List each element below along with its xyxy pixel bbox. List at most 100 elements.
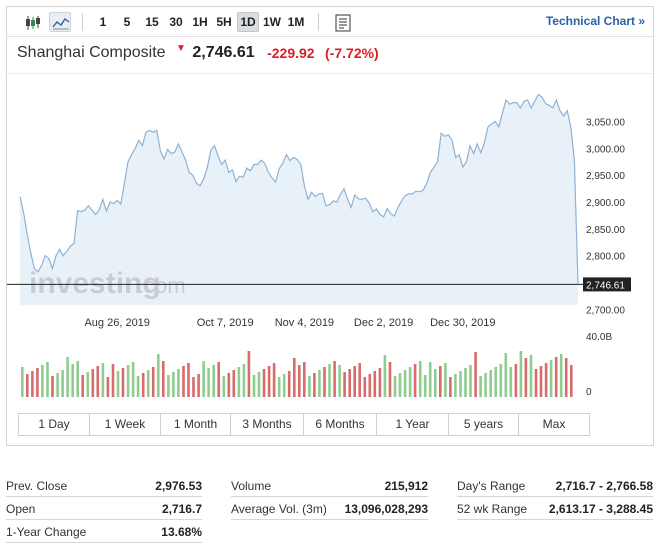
volume-bar xyxy=(287,371,291,397)
volume-axis-label: 40.0B xyxy=(586,332,612,343)
toolbar-divider xyxy=(82,13,83,31)
interval-1m[interactable]: 1M xyxy=(285,12,307,32)
volume-bar xyxy=(479,376,482,397)
volume-bar xyxy=(338,365,341,397)
volume-bar xyxy=(423,375,427,397)
toolbar-divider xyxy=(318,13,319,31)
volume-bar xyxy=(197,374,200,397)
candlestick-icon[interactable] xyxy=(21,12,43,32)
indicators-icon[interactable] xyxy=(331,12,353,32)
volume-bar xyxy=(398,373,402,397)
stat-value: 215,912 xyxy=(384,479,428,493)
volume-bar xyxy=(373,371,377,397)
volume-bar xyxy=(343,372,346,397)
volume-bar xyxy=(333,361,336,397)
volume-bar xyxy=(247,351,251,397)
area-chart-icon[interactable] xyxy=(49,12,71,32)
volume-bar xyxy=(202,361,205,397)
volume-bar xyxy=(348,369,351,397)
interval-15[interactable]: 15 xyxy=(141,12,163,32)
interval-1[interactable]: 1 xyxy=(96,12,110,32)
volume-bar xyxy=(413,364,417,397)
volume-bar xyxy=(51,376,54,397)
volume-bar xyxy=(504,353,508,397)
stat-value: 2,976.53 xyxy=(155,479,202,493)
volume-bar xyxy=(262,369,266,397)
range-button-1-year[interactable]: 1 Year xyxy=(377,414,449,435)
interval-1h[interactable]: 1H xyxy=(189,12,211,32)
stat-prev-close: Prev. Close 2,976.53 xyxy=(6,475,202,497)
range-button-5-years[interactable]: 5 years xyxy=(449,414,519,435)
stat-open: Open 2,716.7 xyxy=(6,498,202,520)
volume-bar xyxy=(187,363,190,397)
volume-bar xyxy=(36,368,39,397)
volume-bar xyxy=(136,376,140,397)
price-chart[interactable]: investing .com 3,050.003,000.002,950.002… xyxy=(7,75,653,405)
interval-5[interactable]: 5 xyxy=(120,12,134,32)
instrument-header: Shanghai Composite ▼ 2,746.61 -229.92 (-… xyxy=(17,42,379,66)
range-button-1-month[interactable]: 1 Month xyxy=(161,414,231,435)
quote-stats: Prev. Close 2,976.53 Open 2,716.7 1-Year… xyxy=(6,475,656,550)
volume-bar xyxy=(489,370,492,397)
volume-bar xyxy=(439,366,442,397)
volume-bar xyxy=(454,374,457,397)
volume-bar xyxy=(303,362,306,397)
volume-bar xyxy=(524,358,528,397)
volume-bar xyxy=(267,366,271,397)
price-down-icon: ▼ xyxy=(176,42,186,54)
stat-value: 2,716.7 - 2,766.58 xyxy=(555,479,653,493)
volume-bar xyxy=(353,366,356,397)
volume-bar xyxy=(217,362,220,397)
last-price: 2,746.61 xyxy=(192,44,255,61)
x-tick-label: Oct 7, 2019 xyxy=(197,317,254,329)
volume-bar xyxy=(151,367,155,397)
volume-bar xyxy=(444,363,447,397)
range-button-3-months[interactable]: 3 Months xyxy=(231,414,304,435)
stat-label: Prev. Close xyxy=(6,479,68,493)
y-tick-label: 2,950.00 xyxy=(586,171,625,182)
volume-bar xyxy=(509,367,513,397)
volume-bar xyxy=(272,363,276,397)
volume-bar xyxy=(469,365,472,397)
volume-bar xyxy=(298,365,301,397)
interval-1w[interactable]: 1W xyxy=(261,12,283,32)
y-tick-label: 2,700.00 xyxy=(586,306,625,317)
volume-bar xyxy=(383,355,387,397)
volume-bar xyxy=(167,375,170,397)
volume-bar xyxy=(464,368,467,397)
interval-30[interactable]: 30 xyxy=(165,12,187,32)
volume-bar xyxy=(141,373,145,397)
volume-bar xyxy=(207,368,210,397)
range-button-1-day[interactable]: 1 Day xyxy=(19,414,90,435)
stat-label: Open xyxy=(6,502,36,516)
x-tick-label: Dec 30, 2019 xyxy=(430,317,495,329)
volume-bar xyxy=(242,364,246,397)
volume-bar xyxy=(554,357,558,397)
volume-bar xyxy=(81,375,84,397)
price-change: -229.92 xyxy=(267,45,315,61)
volume-bar xyxy=(252,375,256,397)
volume-bar xyxy=(363,377,367,397)
range-button-max[interactable]: Max xyxy=(519,414,589,435)
stat-average-volume: Average Vol. (3m) 13,096,028,293 xyxy=(231,498,428,520)
technical-chart-link[interactable]: Technical Chart » xyxy=(546,14,645,28)
volume-bar xyxy=(21,367,24,397)
volume-bar xyxy=(449,377,452,397)
interval-5h[interactable]: 5H xyxy=(213,12,235,32)
volume-bar xyxy=(232,370,236,397)
range-button-6-months[interactable]: 6 Months xyxy=(304,414,377,435)
stat-label: Average Vol. (3m) xyxy=(231,502,327,516)
volume-bar xyxy=(76,361,79,397)
volume-bar xyxy=(534,369,538,397)
volume-bar xyxy=(418,361,422,397)
range-button-1-week[interactable]: 1 Week xyxy=(90,414,161,435)
volume-bar xyxy=(393,376,397,397)
y-tick-label: 3,050.00 xyxy=(586,117,625,128)
volume-bar xyxy=(177,369,180,397)
stat-label: Volume xyxy=(231,479,272,493)
volume-bar xyxy=(101,363,105,397)
volume-bar xyxy=(358,363,361,397)
interval-1d[interactable]: 1D xyxy=(237,12,259,32)
volume-bar xyxy=(91,369,95,397)
volume-bar xyxy=(428,362,432,397)
